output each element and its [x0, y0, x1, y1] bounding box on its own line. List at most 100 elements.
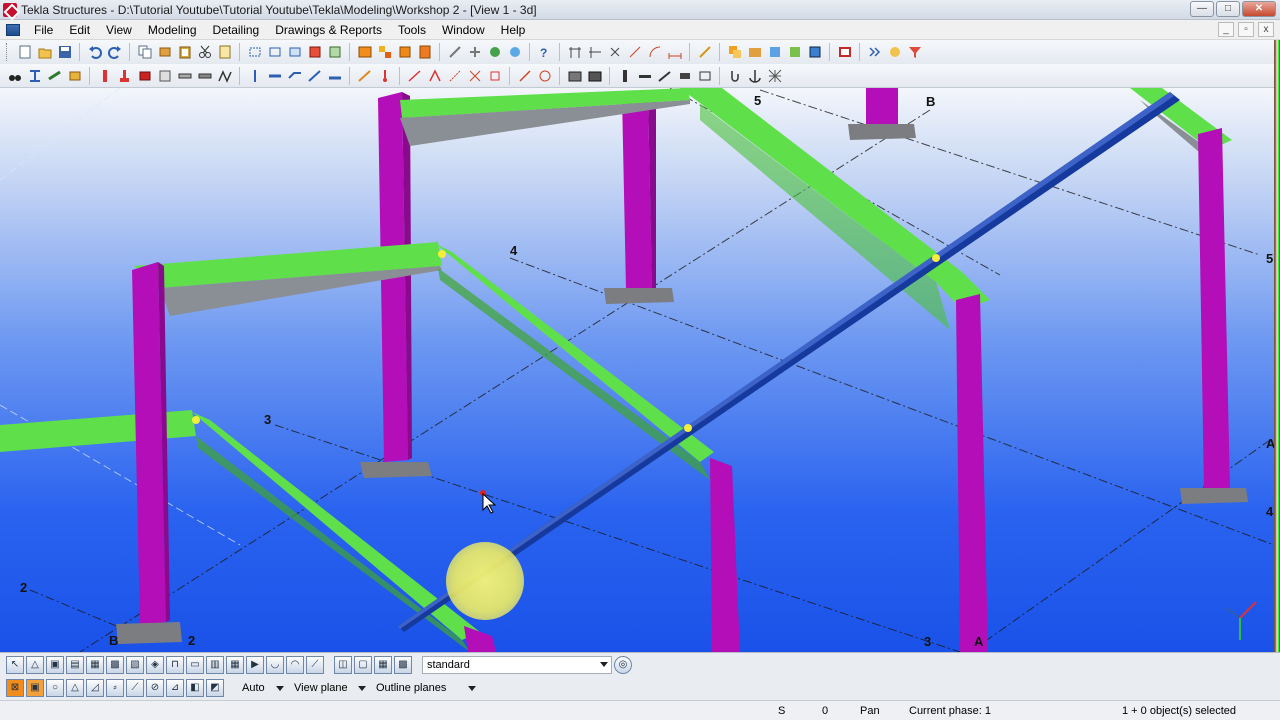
menu-tools[interactable]: Tools [390, 20, 434, 40]
open-model-icon[interactable] [36, 44, 53, 61]
help-icon[interactable]: ? [536, 44, 553, 61]
snap-nearest-icon[interactable]: ⊘ [146, 679, 164, 697]
doc-minimize-button[interactable]: _ [1218, 22, 1234, 37]
snap-any-icon[interactable]: ⊿ [166, 679, 184, 697]
representation-icon[interactable] [836, 44, 853, 61]
select-planes-switch-icon[interactable]: ▭ [186, 655, 204, 674]
drag-icon[interactable] [466, 44, 483, 61]
column-front-left[interactable] [116, 262, 182, 644]
create-bolt-icon[interactable] [246, 67, 263, 84]
sheet-icon[interactable] [676, 67, 693, 84]
rafter-front[interactable] [192, 412, 480, 652]
circle-icon[interactable] [536, 67, 553, 84]
menu-modeling[interactable]: Modeling [140, 20, 205, 40]
binoculars-icon[interactable] [6, 67, 23, 84]
snap-icon[interactable] [446, 44, 463, 61]
select-surface-switch-icon[interactable]: ▤ [66, 655, 84, 674]
create-plate-icon[interactable] [66, 67, 83, 84]
snap-center-icon[interactable]: ○ [46, 679, 64, 697]
beam-profile-icon[interactable] [636, 67, 653, 84]
view-list-icon[interactable] [726, 44, 743, 61]
snap-perpendicular-icon[interactable]: ⸗ [106, 679, 124, 697]
model-view-3d[interactable]: 5 B 4 5 3 A 4 2 B 2 3 A [0, 88, 1274, 652]
connection-icon[interactable] [356, 67, 373, 84]
base-plate[interactable] [1180, 488, 1248, 504]
edge-chamfer-icon[interactable] [466, 67, 483, 84]
brace-profile-icon[interactable] [656, 67, 673, 84]
combine-icon[interactable] [426, 67, 443, 84]
undo-icon[interactable] [86, 44, 103, 61]
select-all-switch-icon[interactable]: ↖ [6, 655, 24, 674]
phase-manager-icon[interactable] [416, 44, 433, 61]
create-polybeam-icon[interactable] [216, 67, 233, 84]
split-icon[interactable] [406, 67, 423, 84]
line-cut-icon[interactable] [306, 67, 323, 84]
select-objects-switch-icon[interactable]: ⟋ [306, 655, 324, 674]
column-back-right-top[interactable] [848, 88, 916, 140]
polygon-cut-icon[interactable] [326, 67, 343, 84]
properties-icon[interactable] [216, 44, 233, 61]
snap-plane-icon[interactable]: ◩ [206, 679, 224, 697]
menu-file[interactable]: File [26, 20, 61, 40]
create-steel-column-icon[interactable] [26, 67, 43, 84]
select-all-icon[interactable] [246, 44, 263, 61]
base-plate[interactable] [116, 622, 182, 644]
detail-icon[interactable] [376, 67, 393, 84]
view-3d-icon[interactable] [766, 44, 783, 61]
beam-top-right-rafter[interactable] [680, 88, 990, 330]
select-parts-switch-icon[interactable]: ▣ [46, 655, 64, 674]
create-beam-icon[interactable] [46, 67, 63, 84]
menu-view[interactable]: View [98, 20, 140, 40]
base-plate[interactable] [604, 288, 674, 304]
applications-icon[interactable] [376, 44, 393, 61]
snap-reference-icon[interactable]: ⊠ [6, 679, 24, 697]
menu-help[interactable]: Help [493, 20, 534, 40]
view-properties-icon[interactable] [746, 44, 763, 61]
outline-planes-dropdown[interactable]: Outline planes [372, 679, 480, 697]
selection-filter-dropdown[interactable]: standard [422, 655, 612, 674]
grid-icon[interactable] [566, 44, 583, 61]
select-rebar-switch-icon[interactable]: ▶ [246, 655, 264, 674]
view-plane-icon[interactable] [786, 44, 803, 61]
hook-icon[interactable] [726, 67, 743, 84]
select-points-switch-icon[interactable]: ◈ [146, 655, 164, 674]
numbering-icon[interactable] [506, 44, 523, 61]
menu-edit[interactable]: Edit [61, 20, 98, 40]
create-strip-footing-icon[interactable] [176, 67, 193, 84]
column-back-left[interactable] [360, 92, 432, 478]
menu-window[interactable]: Window [434, 20, 493, 40]
work-area-icon[interactable] [806, 44, 823, 61]
work-plane-dropdown[interactable]: View plane [290, 679, 370, 697]
create-concrete-beam-icon[interactable] [196, 67, 213, 84]
column-front-right[interactable] [956, 294, 988, 652]
chamfer-icon[interactable] [446, 67, 463, 84]
macros-icon[interactable] [886, 44, 903, 61]
filter-icon[interactable] [906, 44, 923, 61]
column-back-middle[interactable] [604, 96, 674, 304]
snap-override-icon[interactable]: ◧ [186, 679, 204, 697]
create-concrete-column-icon[interactable] [96, 67, 113, 84]
mesh-icon[interactable] [766, 67, 783, 84]
select-grids-switch-icon[interactable]: ▧ [126, 655, 144, 674]
create-panel-icon[interactable] [156, 67, 173, 84]
snap-midpoint-icon[interactable]: △ [66, 679, 84, 697]
filter-settings-icon[interactable]: ◎ [614, 655, 632, 674]
close-button[interactable]: ✕ [1242, 1, 1276, 17]
select-components-switch-icon[interactable]: △ [26, 655, 44, 674]
new-model-icon[interactable] [16, 44, 33, 61]
select-object-in-assembly-icon[interactable]: ▢ [354, 655, 372, 674]
column-front-stub[interactable] [464, 626, 496, 652]
snap-depth-dropdown[interactable]: Auto [238, 679, 288, 697]
select-nested-icon[interactable]: ▦ [374, 655, 392, 674]
copy-icon[interactable] [136, 44, 153, 61]
snap-geometry-icon[interactable]: ▣ [26, 679, 44, 697]
column-far-right[interactable] [1180, 128, 1248, 504]
maximize-button[interactable]: □ [1216, 1, 1240, 17]
select-components-icon[interactable] [326, 44, 343, 61]
column-profile-icon[interactable] [616, 67, 633, 84]
doc-restore-button[interactable]: ▫ [1238, 22, 1254, 37]
base-plate[interactable] [848, 124, 916, 140]
redo-icon[interactable] [106, 44, 123, 61]
select-views-switch-icon[interactable]: ▥ [206, 655, 224, 674]
snap-intersection-icon[interactable]: ◿ [86, 679, 104, 697]
